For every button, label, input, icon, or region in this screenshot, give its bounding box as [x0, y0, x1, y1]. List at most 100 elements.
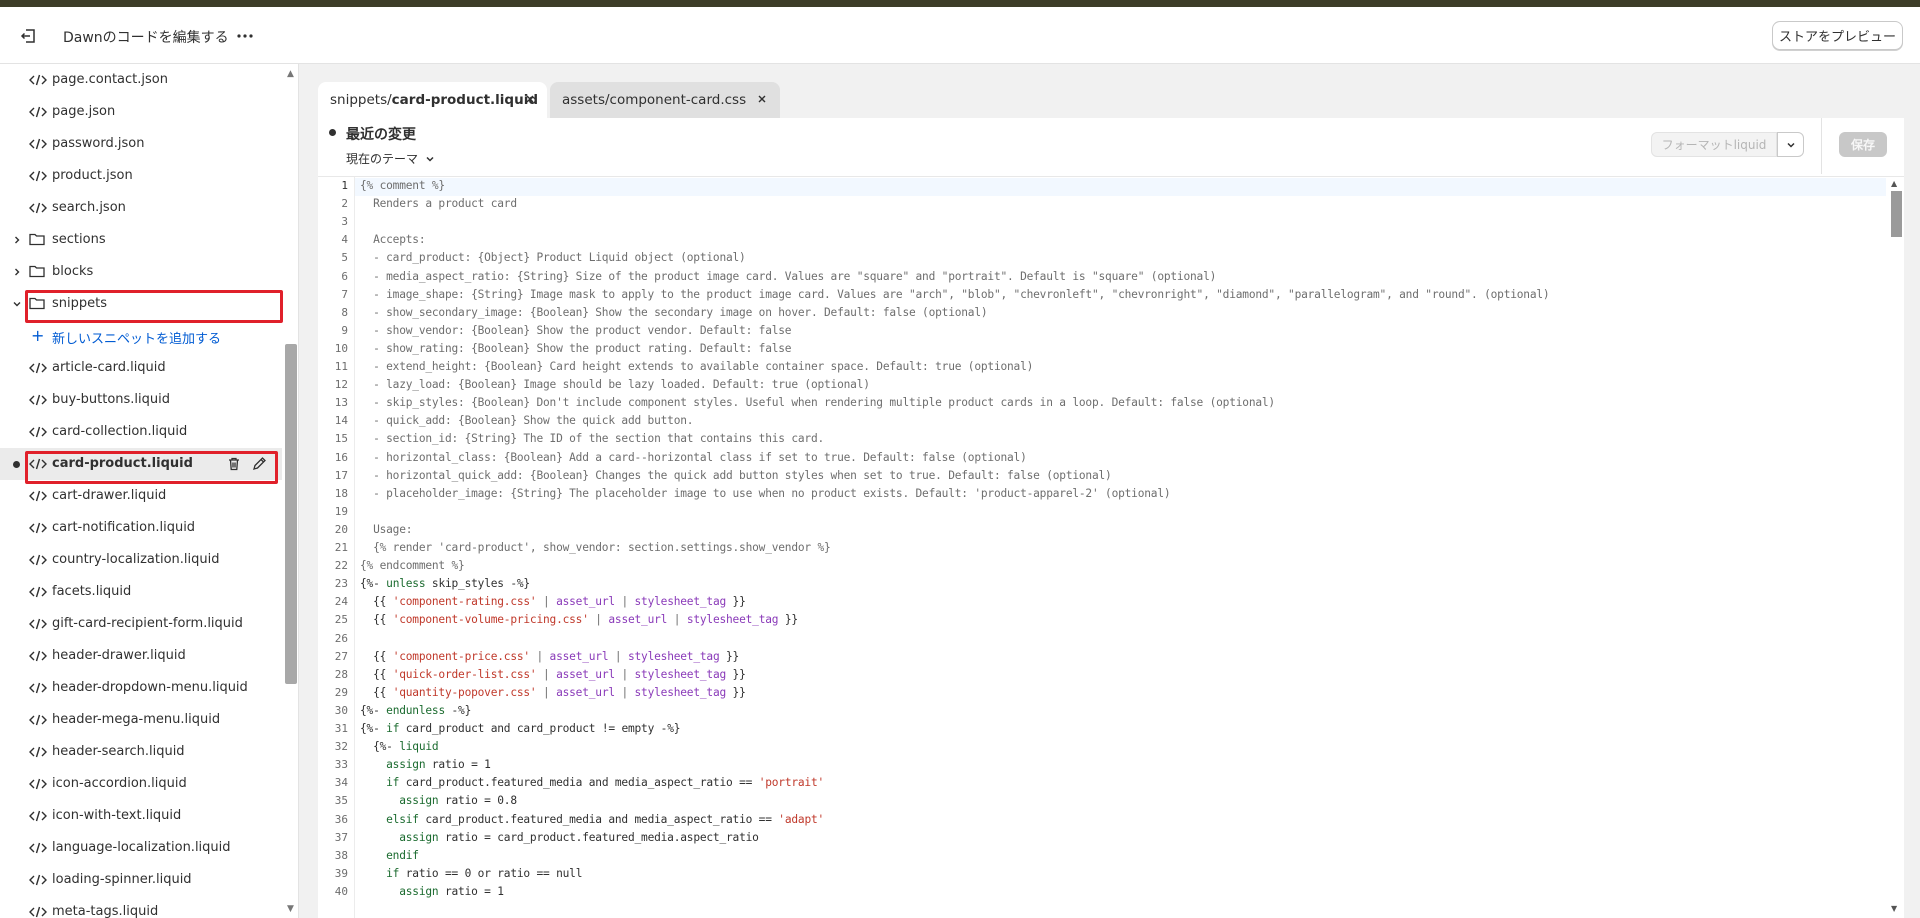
code-token: asset_url: [556, 667, 615, 681]
code-line[interactable]: {%- if card_product and card_product != …: [360, 722, 680, 735]
code-line[interactable]: {% render 'card-product', show_vendor: s…: [360, 541, 831, 554]
code-line[interactable]: if card_product.featured_media and media…: [360, 776, 824, 789]
sidebar-item-label: gift-card-recipient-form.liquid: [52, 616, 243, 631]
code-scrollbar[interactable]: [1891, 191, 1902, 237]
line-number: 6: [341, 269, 348, 283]
code-line[interactable]: - section_id: {String} The ID of the sec…: [360, 432, 824, 445]
code-line[interactable]: {{ 'component-volume-pricing.css' | asse…: [360, 613, 798, 626]
code-file-icon: [29, 906, 47, 918]
code-line[interactable]: - extend_height: {Boolean} Card height e…: [360, 360, 1033, 373]
code-scroll-up-icon[interactable]: ▲: [1891, 179, 1897, 188]
code-line[interactable]: Usage:: [360, 523, 412, 536]
preview-store-button[interactable]: ストアをプレビュー: [1772, 21, 1903, 50]
sidebar-item-page-json[interactable]: page.json: [0, 96, 282, 128]
sidebar-item-header-drawer-liquid[interactable]: header-drawer.liquid: [0, 640, 282, 672]
line-number: 20: [334, 522, 348, 536]
code-line[interactable]: - placeholder_image: {String} The placeh…: [360, 487, 1171, 500]
code-line[interactable]: - image_shape: {String} Image mask to ap…: [360, 288, 1550, 301]
code-line[interactable]: {%- endunless -%}: [360, 704, 471, 717]
code-area[interactable]: 1 2 3 4 5 6 7 8 9 10 11 12 13 14 15 16 17 18 19 20 21 22 23 24 2…: [318, 176, 1904, 918]
code-token: - show_secondary_image: {Boolean} Show t…: [360, 305, 988, 319]
code-line[interactable]: {{ 'quick-order-list.css' | asset_url | …: [360, 668, 746, 681]
code-line[interactable]: {%- liquid: [360, 740, 439, 753]
code-line[interactable]: {{ 'component-price.css' | asset_url | s…: [360, 650, 739, 663]
sidebar-item-language-localization-liquid[interactable]: language-localization.liquid: [0, 832, 282, 864]
code-token: and: [490, 722, 511, 735]
tab-component-card-css[interactable]: assets/component-card.css: [550, 82, 780, 118]
theme-version-select[interactable]: 現在のテーマ: [346, 150, 436, 167]
sidebar-item-buy-buttons-liquid[interactable]: buy-buttons.liquid: [0, 384, 282, 416]
code-line[interactable]: {{ 'quantity-popover.css' | asset_url | …: [360, 686, 746, 699]
format-dropdown-button[interactable]: [1777, 132, 1804, 157]
code-scroll-down-icon[interactable]: ▼: [1891, 904, 1897, 913]
code-line[interactable]: - lazy_load: {Boolean} Image should be l…: [360, 378, 870, 391]
code-line[interactable]: - quick_add: {Boolean} Show the quick ad…: [360, 414, 693, 427]
format-liquid-button[interactable]: フォーマットliquid: [1651, 132, 1777, 157]
sidebar-item-header-search-liquid[interactable]: header-search.liquid: [0, 736, 282, 768]
sidebar-item-gift-card-recipient-form-liquid[interactable]: gift-card-recipient-form.liquid: [0, 608, 282, 640]
sidebar-item-meta-tags-liquid[interactable]: meta-tags.liquid: [0, 896, 282, 918]
save-button[interactable]: 保存: [1839, 132, 1887, 157]
sidebar-item-article-card-liquid[interactable]: article-card.liquid: [0, 352, 282, 384]
code-line[interactable]: - show_secondary_image: {Boolean} Show t…: [360, 305, 988, 319]
code-token: asset_url: [556, 595, 615, 609]
code-line[interactable]: - skip_styles: {Boolean} Don't include c…: [360, 396, 1275, 409]
line-number: 29: [334, 685, 348, 699]
code-line[interactable]: - horizontal_class: {Boolean} Add a card…: [360, 451, 1027, 464]
code-line[interactable]: assign ratio = 1: [360, 885, 504, 898]
code-token: - lazy_load: {Boolean} Image should be l…: [360, 378, 870, 392]
sidebar-item-search-json[interactable]: search.json: [0, 192, 282, 224]
sidebar-item-facets-liquid[interactable]: facets.liquid: [0, 576, 282, 608]
code-line[interactable]: assign ratio = card_product.featured_med…: [360, 831, 759, 844]
code-token: - media_aspect_ratio: {String} Size of t…: [360, 269, 1217, 283]
code-line[interactable]: {{ 'component-rating.css' | asset_url | …: [360, 595, 746, 608]
sidebar-scrollbar[interactable]: [285, 344, 297, 684]
code-token: |: [529, 649, 550, 663]
sidebar-item-country-localization-liquid[interactable]: country-localization.liquid: [0, 544, 282, 576]
code-line[interactable]: {% endcomment %}: [360, 559, 465, 572]
sidebar-item-password-json[interactable]: password.json: [0, 128, 282, 160]
sidebar-item-card-collection-liquid[interactable]: card-collection.liquid: [0, 416, 282, 448]
sidebar-item-header-dropdown-menu-liquid[interactable]: header-dropdown-menu.liquid: [0, 672, 282, 704]
code-line[interactable]: Renders a product card: [360, 197, 517, 210]
code-line[interactable]: {%- unless skip_styles -%}: [360, 577, 530, 590]
chevron-right-icon[interactable]: [11, 266, 23, 278]
sidebar-item-product-json[interactable]: product.json: [0, 160, 282, 192]
sidebar-item-label: icon-with-text.liquid: [52, 808, 182, 823]
sidebar-scroll-up-icon[interactable]: ▲: [287, 69, 294, 79]
sidebar-item-loading-spinner-liquid[interactable]: loading-spinner.liquid: [0, 864, 282, 896]
code-line[interactable]: {% comment %}: [360, 179, 445, 192]
line-number: 24: [334, 595, 348, 609]
tab-card-product[interactable]: snippets/card-product.liquid: [318, 82, 547, 118]
sidebar-item-icon-with-text-liquid[interactable]: icon-with-text.liquid: [0, 800, 282, 832]
add-snippet-link[interactable]: + 新しいスニペットを追加する: [0, 320, 282, 352]
sidebar-item-icon-accordion-liquid[interactable]: icon-accordion.liquid: [0, 768, 282, 800]
code-line[interactable]: endif: [360, 849, 419, 862]
chevron-right-icon[interactable]: [11, 234, 23, 246]
code-line[interactable]: - card_product: {Object} Product Liquid …: [360, 251, 746, 264]
sidebar-item-cart-notification-liquid[interactable]: cart-notification.liquid: [0, 512, 282, 544]
sidebar-item-sections[interactable]: sections: [0, 224, 282, 256]
code-line[interactable]: - horizontal_quick_add: {Boolean} Change…: [360, 469, 1112, 482]
sidebar-item-page-contact-json[interactable]: page.contact.json: [0, 64, 282, 96]
code-token: ratio == null: [490, 866, 583, 880]
code-line[interactable]: if ratio == 0 or ratio == null: [360, 867, 582, 880]
sidebar-scroll-down-icon[interactable]: ▼: [287, 904, 294, 914]
sidebar-item-blocks[interactable]: blocks: [0, 256, 282, 288]
code-line[interactable]: elsif card_product.featured_media and me…: [360, 813, 824, 826]
sidebar-item-header-mega-menu-liquid[interactable]: header-mega-menu.liquid: [0, 704, 282, 736]
code-line[interactable]: - media_aspect_ratio: {String} Size of t…: [360, 270, 1216, 283]
close-tab-icon[interactable]: [755, 92, 769, 106]
more-options-icon[interactable]: [234, 25, 256, 47]
code-file-icon: [29, 138, 47, 150]
code-line[interactable]: Accepts:: [360, 233, 425, 246]
code-line[interactable]: - show_vendor: {Boolean} Show the produc…: [360, 324, 791, 337]
code-line[interactable]: - show_rating: {Boolean} Show the produc…: [360, 342, 791, 355]
exit-icon[interactable]: [19, 26, 39, 46]
chevron-down-icon[interactable]: [11, 298, 23, 310]
close-tab-icon[interactable]: [523, 92, 537, 106]
code-line[interactable]: assign ratio = 1: [360, 758, 491, 771]
code-token: }}: [726, 685, 746, 699]
sidebar-item-cart-drawer-liquid[interactable]: cart-drawer.liquid: [0, 480, 282, 512]
code-line[interactable]: assign ratio = 0.8: [360, 794, 517, 807]
